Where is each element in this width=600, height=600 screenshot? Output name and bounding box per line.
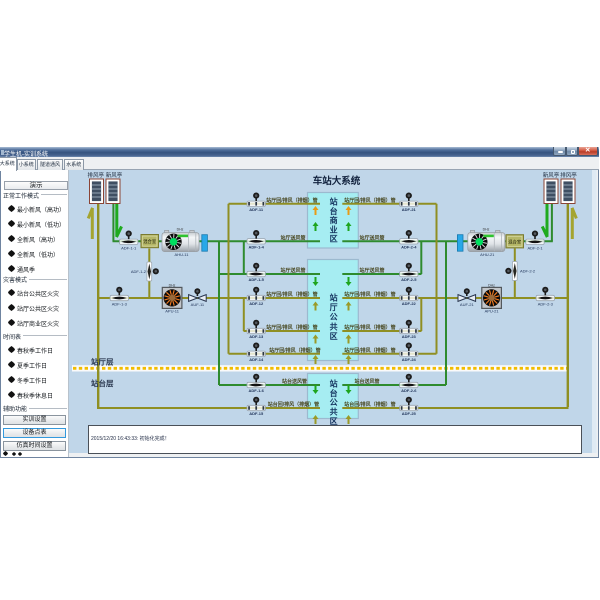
svg-text:AHU-21: AHU-21 (480, 252, 495, 257)
svg-text:ADF-14: ADF-14 (249, 357, 264, 362)
svg-text:站台送风管: 站台送风管 (354, 378, 379, 385)
svg-text:DHz: DHz (488, 284, 495, 288)
svg-text:APU-21: APU-21 (485, 309, 500, 314)
svg-text:AUF-11: AUF-11 (191, 302, 205, 307)
svg-text:ADF-25: ADF-25 (402, 411, 417, 416)
svg-text:台: 台 (330, 388, 338, 398)
svg-text:站: 站 (330, 197, 338, 207)
svg-text:站台回/排风（排烟）管: 站台回/排风（排烟）管 (344, 401, 395, 408)
svg-text:ADF-1-4: ADF-1-4 (249, 244, 265, 249)
svg-text:共: 共 (330, 321, 338, 331)
svg-text:AUF-21: AUF-21 (460, 302, 475, 307)
svg-text:ADF-22: ADF-22 (402, 301, 417, 306)
svg-text:站厅回/排风（排烟）管: 站厅回/排风（排烟）管 (269, 347, 320, 354)
svg-text:ADF-24: ADF-24 (402, 357, 417, 362)
svg-text:公: 公 (330, 313, 338, 322)
svg-text:ADF-23: ADF-23 (402, 334, 417, 339)
svg-text:排风亭: 排风亭 (88, 171, 105, 179)
svg-text:ADF-1-5: ADF-1-5 (249, 277, 265, 282)
svg-text:ADF-15: ADF-15 (249, 411, 264, 416)
svg-text:站厅回/排风（排烟）管: 站厅回/排风（排烟）管 (266, 324, 317, 331)
svg-text:站厅送风管: 站厅送风管 (280, 267, 305, 274)
svg-text:ADF-2-1: ADF-2-1 (527, 245, 543, 250)
svg-text:新风亭: 新风亭 (543, 171, 560, 179)
svg-text:ADF-1-3: ADF-1-3 (112, 302, 128, 307)
svg-text:站厅回/排风（排烟）管: 站厅回/排风（排烟）管 (344, 347, 395, 354)
svg-text:区: 区 (330, 235, 338, 244)
svg-text:厅: 厅 (330, 303, 338, 312)
svg-text:站厅回/排风（排烟）管: 站厅回/排风（排烟）管 (266, 291, 317, 298)
svg-text:ADF-11: ADF-11 (249, 207, 264, 212)
svg-text:ADF-2-6: ADF-2-6 (401, 388, 417, 393)
svg-text:共: 共 (330, 407, 338, 417)
svg-text:商: 商 (330, 215, 338, 225)
svg-text:站台回/排风（排烟）管: 站台回/排风（排烟）管 (268, 401, 319, 408)
svg-text:DHz: DHz (483, 228, 490, 232)
svg-text:排风亭: 排风亭 (560, 171, 577, 179)
svg-text:ADF-1-6: ADF-1-6 (249, 388, 265, 393)
svg-text:站厅送风管: 站厅送风管 (359, 267, 384, 274)
svg-text:DHz: DHz (169, 284, 176, 288)
svg-text:新风亭: 新风亭 (106, 171, 123, 179)
svg-text:ADF-1-1: ADF-1-1 (121, 245, 137, 250)
svg-text:ADF-12: ADF-12 (249, 301, 264, 306)
svg-text:ADF-2-4: ADF-2-4 (401, 244, 417, 249)
svg-text:站厅层: 站厅层 (91, 357, 114, 367)
svg-text:APU-11: APU-11 (165, 309, 179, 314)
svg-text:站台层: 站台层 (91, 378, 114, 388)
svg-text:ADF-2-5: ADF-2-5 (401, 277, 417, 282)
svg-text:台: 台 (330, 206, 338, 216)
svg-text:业: 业 (330, 224, 338, 234)
svg-text:站厅回/排风（排烟）管: 站厅回/排风（排烟）管 (266, 197, 317, 204)
svg-text:站厅回/排风（排烟）管: 站厅回/排风（排烟）管 (344, 197, 395, 204)
svg-text:区: 区 (330, 332, 338, 341)
svg-text:AHU-11: AHU-11 (175, 252, 190, 257)
svg-text:站台送风管: 站台送风管 (282, 378, 307, 385)
svg-text:车站大系统: 车站大系统 (313, 175, 361, 187)
svg-text:站厅送风管: 站厅送风管 (280, 235, 305, 242)
svg-text:站厅送风管: 站厅送风管 (359, 235, 384, 242)
svg-text:公: 公 (330, 398, 338, 407)
svg-text:DHz: DHz (177, 228, 184, 232)
svg-text:ADF-13: ADF-13 (249, 334, 264, 339)
svg-text:混合室: 混合室 (143, 238, 157, 245)
svg-text:ADF-2-2: ADF-2-2 (520, 269, 536, 274)
svg-text:ADF-1-2: ADF-1-2 (131, 269, 147, 274)
svg-text:ADF-21: ADF-21 (402, 207, 417, 212)
svg-text:站厅回/排风（排烟）管: 站厅回/排风（排烟）管 (344, 324, 395, 331)
svg-text:站厅回/排风（排烟）管: 站厅回/排风（排烟）管 (344, 291, 395, 298)
svg-text:站: 站 (330, 293, 338, 303)
svg-text:ADF-2-3: ADF-2-3 (538, 302, 554, 307)
svg-text:混合室: 混合室 (508, 238, 522, 245)
svg-text:站: 站 (330, 379, 338, 389)
